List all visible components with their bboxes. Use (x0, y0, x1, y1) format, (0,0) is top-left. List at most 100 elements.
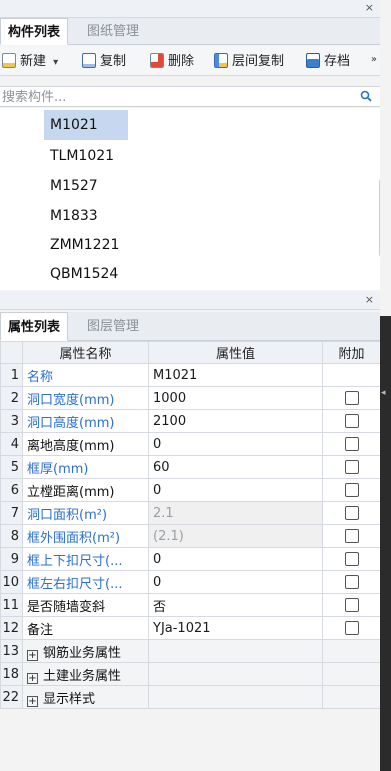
property-value[interactable]: 2100 (148, 409, 323, 433)
property-name: 洞口宽度(mm) (22, 386, 149, 410)
expand-icon[interactable]: + (27, 672, 38, 684)
search-icon[interactable] (360, 90, 372, 102)
extra-checkbox[interactable] (344, 460, 359, 474)
extra-checkbox[interactable] (344, 621, 359, 635)
new-icon (2, 53, 16, 68)
close-icon[interactable]: × (365, 1, 374, 15)
more-icon[interactable]: » (371, 54, 377, 65)
group-value (148, 662, 323, 686)
tab-component-list[interactable]: 构件列表 (0, 18, 69, 45)
delete-button[interactable]: 删除 (150, 52, 194, 72)
extra-cell (322, 547, 381, 571)
column-header-extra[interactable]: 附加 (322, 341, 381, 364)
collapse-arrow-icon[interactable]: ◂ (381, 388, 386, 398)
group-value (148, 639, 323, 663)
property-value[interactable]: 0 (148, 570, 323, 594)
tab-layer-management[interactable]: 图层管理 (80, 312, 146, 341)
search-input[interactable] (0, 88, 350, 106)
property-value: 2.1 (148, 501, 323, 525)
group-row: 13 + 钢筋业务属性 (0, 639, 381, 663)
property-value[interactable]: 60 (148, 455, 323, 479)
property-value[interactable]: YJa-1021 (148, 616, 323, 640)
property-value[interactable]: 否 (148, 593, 323, 617)
list-item[interactable]: M1833 (44, 201, 128, 231)
floor-copy-icon (214, 53, 228, 68)
extra-checkbox[interactable] (344, 506, 359, 520)
extra-cell (322, 455, 381, 479)
new-label: 新建 (20, 54, 47, 69)
column-header-name[interactable]: 属性名称 (22, 341, 149, 364)
extra-cell (322, 501, 381, 525)
floor-copy-button[interactable]: 层间复制 (214, 52, 284, 72)
table-row: 10 框左右扣尺寸(... 0 (0, 570, 381, 594)
list-item[interactable]: TLM1021 (44, 141, 128, 171)
table-row: 1 名称 M1021 (0, 363, 381, 387)
row-number: 7 (0, 501, 23, 525)
property-value[interactable]: 0 (148, 432, 323, 456)
group-extra (322, 662, 381, 686)
property-name: 框左右扣尺寸(... (22, 570, 149, 594)
component-list: M1021 TLM1021 M1527 M1833 ZMM1221 QBM152… (0, 108, 380, 290)
tab-property-list[interactable]: 属性列表 (0, 312, 69, 341)
group-label-cell: + 钢筋业务属性 (22, 639, 149, 663)
expand-icon[interactable]: + (27, 649, 38, 661)
row-number: 2 (0, 386, 23, 410)
extra-checkbox[interactable] (344, 391, 359, 405)
column-header-value[interactable]: 属性值 (148, 341, 323, 364)
list-item[interactable]: M1527 (44, 171, 128, 201)
delete-icon (150, 53, 164, 68)
group-extra (322, 685, 381, 709)
group-label: 土建业务属性 (43, 668, 122, 684)
extra-cell (322, 363, 381, 387)
archive-button[interactable]: 存档 (306, 52, 350, 72)
table-row: 5 框厚(mm) 60 (0, 455, 381, 479)
chevron-down-icon[interactable]: ▾ (53, 57, 58, 68)
extra-checkbox[interactable] (344, 575, 359, 589)
component-panel-tabs: 构件列表 图纸管理 (0, 18, 380, 45)
property-name: 洞口面积(m²) (22, 501, 149, 525)
table-row: 9 框上下扣尺寸(... 0 (0, 547, 381, 571)
delete-label: 删除 (168, 54, 195, 69)
property-value[interactable]: 0 (148, 478, 323, 502)
floor-copy-label: 层间复制 (232, 54, 285, 69)
property-name: 洞口高度(mm) (22, 409, 149, 433)
extra-checkbox[interactable] (344, 529, 359, 543)
new-button[interactable]: 新建 ▾ (2, 52, 58, 72)
row-number: 9 (0, 547, 23, 571)
expand-icon[interactable]: + (27, 695, 38, 707)
property-name: 离地高度(mm) (22, 432, 149, 456)
table-row: 8 框外围面积(m²) (2.1) (0, 524, 381, 548)
property-name: 框外围面积(m²) (22, 524, 149, 548)
table-row: 11 是否随墙变斜 否 (0, 593, 381, 617)
table-row: 12 备注 YJa-1021 (0, 616, 381, 640)
list-item[interactable]: M1021 (44, 110, 128, 140)
extra-checkbox[interactable] (344, 437, 359, 451)
group-label-cell: + 显示样式 (22, 685, 149, 709)
extra-checkbox[interactable] (344, 552, 359, 566)
table-row: 7 洞口面积(m²) 2.1 (0, 501, 381, 525)
property-name: 框厚(mm) (22, 455, 149, 479)
table-row: 4 离地高度(mm) 0 (0, 432, 381, 456)
row-number: 3 (0, 409, 23, 433)
tab-drawing-management[interactable]: 图纸管理 (80, 18, 146, 45)
list-item[interactable]: ZMM1221 (44, 230, 128, 260)
copy-button[interactable]: 复制 (82, 52, 126, 72)
extra-cell (322, 593, 381, 617)
table-row: 2 洞口宽度(mm) 1000 (0, 386, 381, 410)
right-edge-light (380, 0, 391, 316)
extra-checkbox[interactable] (344, 483, 359, 497)
extra-checkbox[interactable] (344, 598, 359, 612)
extra-checkbox[interactable] (344, 414, 359, 428)
list-item[interactable]: QBM1524 (44, 259, 128, 289)
extra-cell (322, 524, 381, 548)
property-value[interactable]: 0 (148, 547, 323, 571)
property-value[interactable]: M1021 (148, 363, 323, 387)
property-value[interactable]: 1000 (148, 386, 323, 410)
row-number: 4 (0, 432, 23, 456)
group-label: 显示样式 (43, 691, 96, 707)
close-icon[interactable]: × (365, 293, 374, 307)
row-number: 11 (0, 593, 23, 617)
property-name: 框上下扣尺寸(... (22, 547, 149, 571)
row-number: 8 (0, 524, 23, 548)
row-number: 10 (0, 570, 23, 594)
